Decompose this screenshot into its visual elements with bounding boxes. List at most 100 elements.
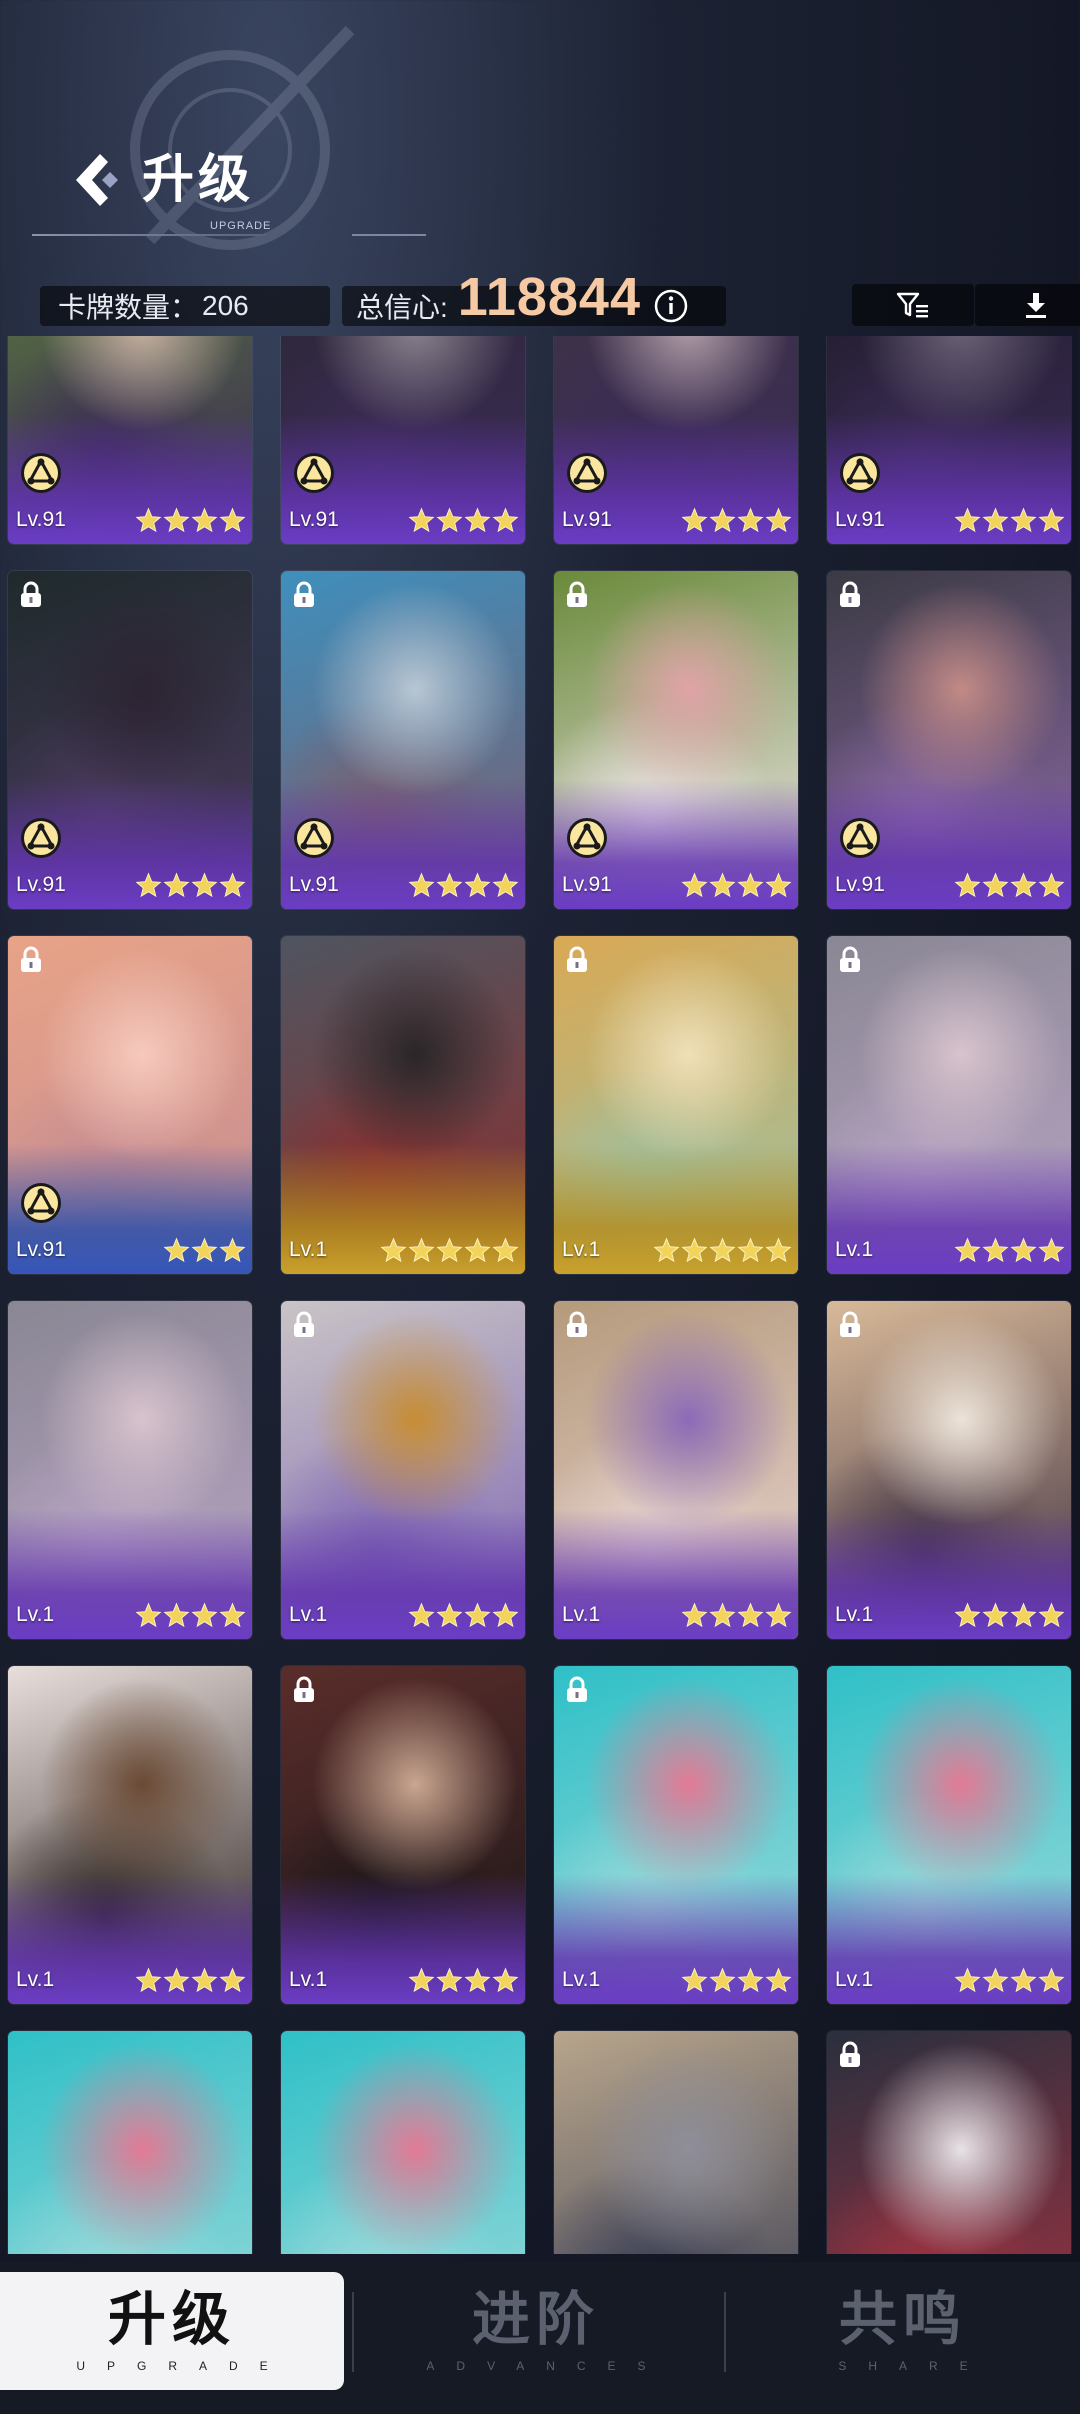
star-icon: [1010, 507, 1037, 533]
card-grid-viewport[interactable]: Lv.91 Lv.91 Lv.91 Lv.91 Lv.91 Lv.91 Lv.91 Lv.91…: [0, 336, 1080, 2254]
star-icon: [1038, 1237, 1065, 1263]
star-icon: [492, 1237, 519, 1263]
card-level: Lv.1: [16, 1603, 55, 1626]
lock-icon[interactable]: [18, 581, 44, 609]
tab-share[interactable]: 共鸣 SHARE: [726, 2272, 1080, 2390]
total-confidence-label: 总信心:: [356, 292, 448, 323]
card-level: Lv.1: [562, 1238, 601, 1261]
star-icon: [954, 1967, 981, 1993]
star-icon: [1038, 1602, 1065, 1628]
card-star-rating: [681, 1602, 792, 1629]
character-card[interactable]: Lv.1: [281, 1666, 525, 2004]
character-card[interactable]: Lv.1: [281, 936, 525, 1274]
card-level: Lv.91: [16, 508, 66, 531]
character-card[interactable]: Lv.1: [281, 1301, 525, 1639]
star-icon: [436, 1237, 463, 1263]
info-icon[interactable]: [653, 288, 689, 324]
star-icon: [982, 1602, 1009, 1628]
star-icon: [191, 1967, 218, 1993]
character-card[interactable]: Lv.91: [554, 336, 798, 544]
card-count-value: 206: [202, 290, 249, 321]
star-icon: [954, 872, 981, 898]
lock-icon[interactable]: [837, 581, 863, 609]
character-card[interactable]: Lv.91: [554, 571, 798, 909]
download-icon: [1026, 293, 1046, 318]
title-underline-short: [352, 234, 426, 236]
card-level: Lv.1: [835, 1968, 874, 1991]
character-card[interactable]: Lv.91: [827, 336, 1071, 544]
constellation-badge-icon: [840, 818, 880, 858]
total-confidence-value: 118844: [457, 267, 641, 327]
star-icon: [681, 1602, 708, 1628]
character-card[interactable]: Lv.1: [827, 1301, 1071, 1639]
character-card[interactable]: [8, 2031, 252, 2254]
character-card[interactable]: Lv.91: [281, 571, 525, 909]
star-icon: [380, 1237, 407, 1263]
star-icon: [219, 1602, 246, 1628]
filter-button[interactable]: [852, 284, 974, 326]
lock-icon[interactable]: [291, 1676, 317, 1704]
card-level: Lv.1: [289, 1603, 328, 1626]
card-star-rating: [135, 507, 246, 534]
card-level: Lv.91: [16, 873, 66, 896]
character-card[interactable]: Lv.1: [827, 936, 1071, 1274]
star-icon: [191, 872, 218, 898]
card-star-rating: [163, 1237, 246, 1264]
character-card[interactable]: Lv.91: [827, 571, 1071, 909]
star-icon: [135, 872, 162, 898]
star-icon: [982, 872, 1009, 898]
tab-upgrade-sub: UPGRADE: [76, 2359, 290, 2373]
star-icon: [163, 1967, 190, 1993]
lock-icon[interactable]: [564, 581, 590, 609]
tab-advance[interactable]: 进阶 ADVANCES: [356, 2272, 716, 2390]
star-icon: [737, 1602, 764, 1628]
lock-icon[interactable]: [837, 1311, 863, 1339]
character-card[interactable]: Lv.1: [8, 1666, 252, 2004]
tab-advance-label: 进阶: [471, 2287, 600, 2352]
star-icon: [737, 872, 764, 898]
card-level: Lv.1: [289, 1238, 328, 1261]
character-card[interactable]: Lv.1: [554, 1666, 798, 2004]
star-icon: [709, 507, 736, 533]
lock-icon[interactable]: [291, 1311, 317, 1339]
constellation-badge-icon: [21, 1183, 61, 1223]
star-icon: [709, 1237, 736, 1263]
lock-icon[interactable]: [564, 946, 590, 974]
card-star-rating: [380, 1237, 519, 1264]
star-icon: [191, 507, 218, 533]
star-icon: [1010, 1602, 1037, 1628]
character-card[interactable]: Lv.91: [8, 571, 252, 909]
character-card[interactable]: Lv.1: [554, 936, 798, 1274]
card-star-rating: [135, 872, 246, 899]
star-icon: [681, 1967, 708, 1993]
download-button[interactable]: [975, 284, 1080, 326]
character-card[interactable]: Lv.1: [8, 1301, 252, 1639]
lock-icon[interactable]: [837, 946, 863, 974]
character-card[interactable]: Lv.91: [8, 936, 252, 1274]
lock-icon[interactable]: [291, 581, 317, 609]
character-card[interactable]: Lv.1: [554, 1301, 798, 1639]
lock-icon[interactable]: [564, 1676, 590, 1704]
character-card[interactable]: Lv.91: [8, 336, 252, 544]
tab-upgrade[interactable]: 升级 UPGRADE: [0, 2272, 344, 2390]
star-icon: [1010, 1967, 1037, 1993]
character-card[interactable]: Lv.91: [281, 336, 525, 544]
star-icon: [492, 1602, 519, 1628]
character-card[interactable]: Lv.1: [827, 1666, 1071, 2004]
card-artwork: [8, 2031, 252, 2254]
star-icon: [191, 1602, 218, 1628]
tab-divider: [352, 2292, 354, 2372]
star-icon: [653, 1237, 680, 1263]
star-icon: [408, 507, 435, 533]
character-card[interactable]: [827, 2031, 1071, 2254]
lock-icon[interactable]: [564, 1311, 590, 1339]
card-star-rating: [653, 1237, 792, 1264]
character-card[interactable]: [281, 2031, 525, 2254]
character-card[interactable]: [554, 2031, 798, 2254]
lock-icon[interactable]: [18, 946, 44, 974]
star-icon: [135, 507, 162, 533]
page-header: 升级 UPGRADE: [70, 140, 270, 232]
card-level: Lv.91: [289, 873, 339, 896]
card-level: Lv.1: [835, 1238, 874, 1261]
lock-icon[interactable]: [837, 2041, 863, 2069]
